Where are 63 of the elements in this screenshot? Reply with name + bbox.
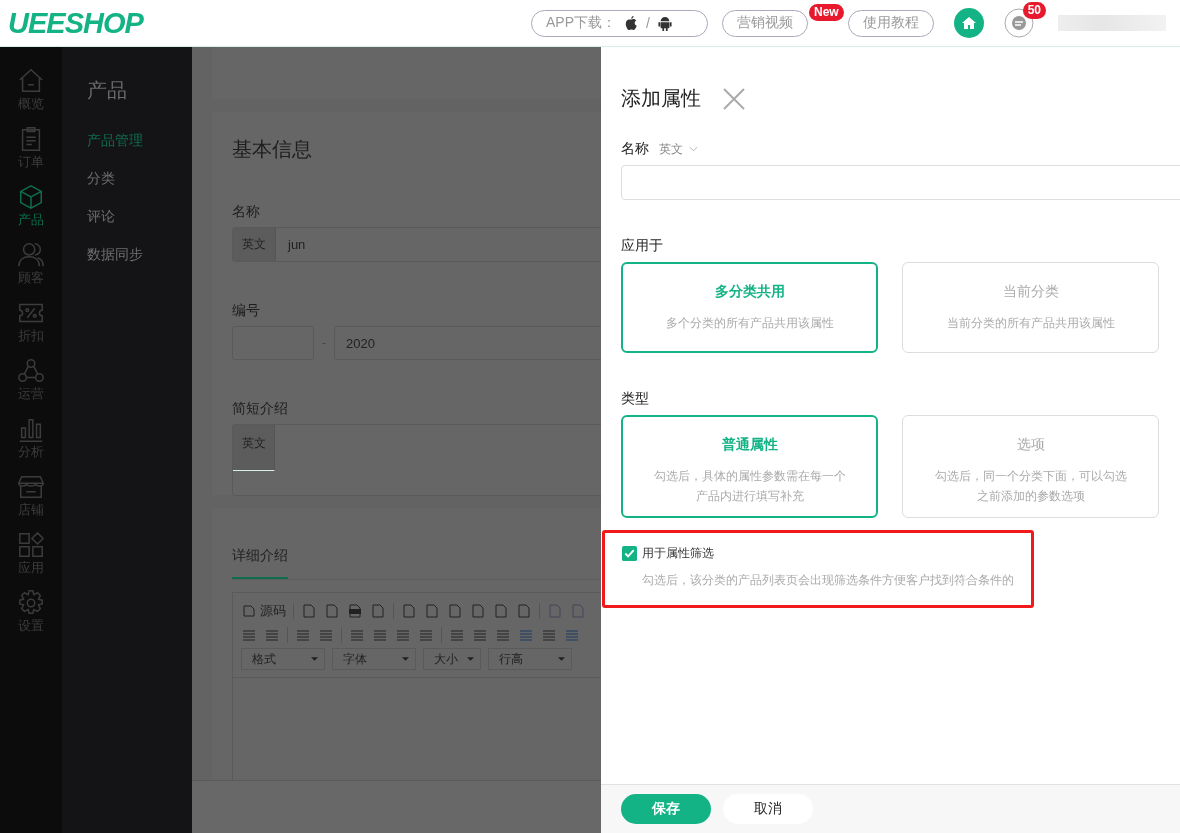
field-label: 名称 (621, 140, 649, 158)
dash-text: - (322, 336, 326, 350)
toolbar-dropdown[interactable]: 格式 (241, 648, 325, 670)
hint-text: 勾选后，该分类的产品列表页会出现筛选条件方便客户找到符合条件的 (642, 572, 1015, 589)
option-title: 多分类共用 (714, 283, 785, 301)
new-badge: New (809, 3, 844, 21)
menu-item[interactable]: 分类 (87, 170, 192, 188)
caret-icon (467, 657, 474, 661)
field-label: 应用于 (621, 237, 664, 255)
option-title: 当前分类 (1002, 283, 1059, 301)
app-download-label: APP下载： (546, 14, 616, 32)
home-button-icon[interactable] (954, 8, 984, 38)
cancel-button[interactable]: 取消 (723, 794, 813, 824)
android-icon[interactable] (657, 15, 672, 31)
option-card[interactable]: 多分类共用 多个分类的所有产品共用该属性 (621, 262, 878, 353)
language-select[interactable]: 英文 (659, 140, 698, 158)
settings-icon (17, 589, 45, 617)
grid-icon (17, 531, 45, 559)
section-title: 产品 (87, 78, 128, 103)
menu-item[interactable]: 数据同步 (87, 246, 192, 264)
menu-item[interactable]: 评论 (87, 208, 192, 226)
cube-icon (17, 183, 45, 211)
detail-tab[interactable]: 详细介绍 (232, 547, 288, 579)
option-title: 普通属性 (721, 436, 778, 454)
card-title: 基本信息 (232, 137, 313, 162)
option-card[interactable]: 当前分类 当前分类的所有产品共用该属性 (902, 262, 1159, 353)
field-label: 类型 (621, 390, 650, 408)
source-button[interactable]: 源码 (241, 602, 286, 620)
option-description: 勾选后，同一个分类下面，可以勾选之前添加的参数选项 (933, 468, 1128, 505)
close-icon[interactable] (723, 87, 745, 110)
panel-title: 添加属性 (621, 86, 701, 111)
name-input[interactable] (621, 165, 1180, 200)
option-card[interactable]: 普通属性 勾选后，具体的属性参数需在每一个产品内进行填写补充 (621, 415, 878, 518)
option-description: 当前分类的所有产品共用该属性 (946, 315, 1115, 332)
toolbar-dropdown[interactable]: 行高 (488, 648, 572, 670)
toolbar-dropdown[interactable]: 字体 (332, 648, 416, 670)
store-icon (17, 473, 45, 501)
option-card[interactable]: 选项 勾选后，同一个分类下面，可以勾选之前添加的参数选项 (902, 415, 1159, 518)
separator-text: / (646, 15, 650, 31)
logo[interactable]: UEESHOP (8, 6, 143, 40)
field-label: 简短介绍 (232, 400, 289, 418)
message-count-badge: 50 (1022, 2, 1046, 19)
toolbar-dropdown[interactable]: 大小 (423, 648, 481, 670)
save-button[interactable]: 保存 (621, 794, 711, 824)
checkbox-label: 用于属性筛选 (642, 545, 714, 562)
field-label: 编号 (232, 302, 261, 320)
number-field[interactable]: 2020 (334, 326, 601, 360)
chevron-down-icon (689, 146, 698, 152)
caret-icon (311, 657, 318, 661)
nodes-icon (17, 357, 45, 385)
field-label: 名称 (232, 203, 261, 221)
checkbox[interactable] (622, 546, 637, 561)
people-icon (17, 241, 45, 269)
option-title: 选项 (1016, 436, 1045, 454)
caret-icon (402, 657, 409, 661)
apple-icon[interactable] (624, 15, 638, 31)
home-icon (17, 67, 45, 95)
menu-item[interactable]: 产品管理 (87, 132, 192, 150)
sidebar-item[interactable]: 产品 (0, 183, 62, 229)
option-description: 勾选后，具体的属性参数需在每一个产品内进行填写补充 (652, 468, 847, 505)
document-icon[interactable] (301, 603, 317, 619)
option-description: 多个分类的所有产品共用该属性 (665, 315, 834, 332)
caret-icon (558, 657, 565, 661)
